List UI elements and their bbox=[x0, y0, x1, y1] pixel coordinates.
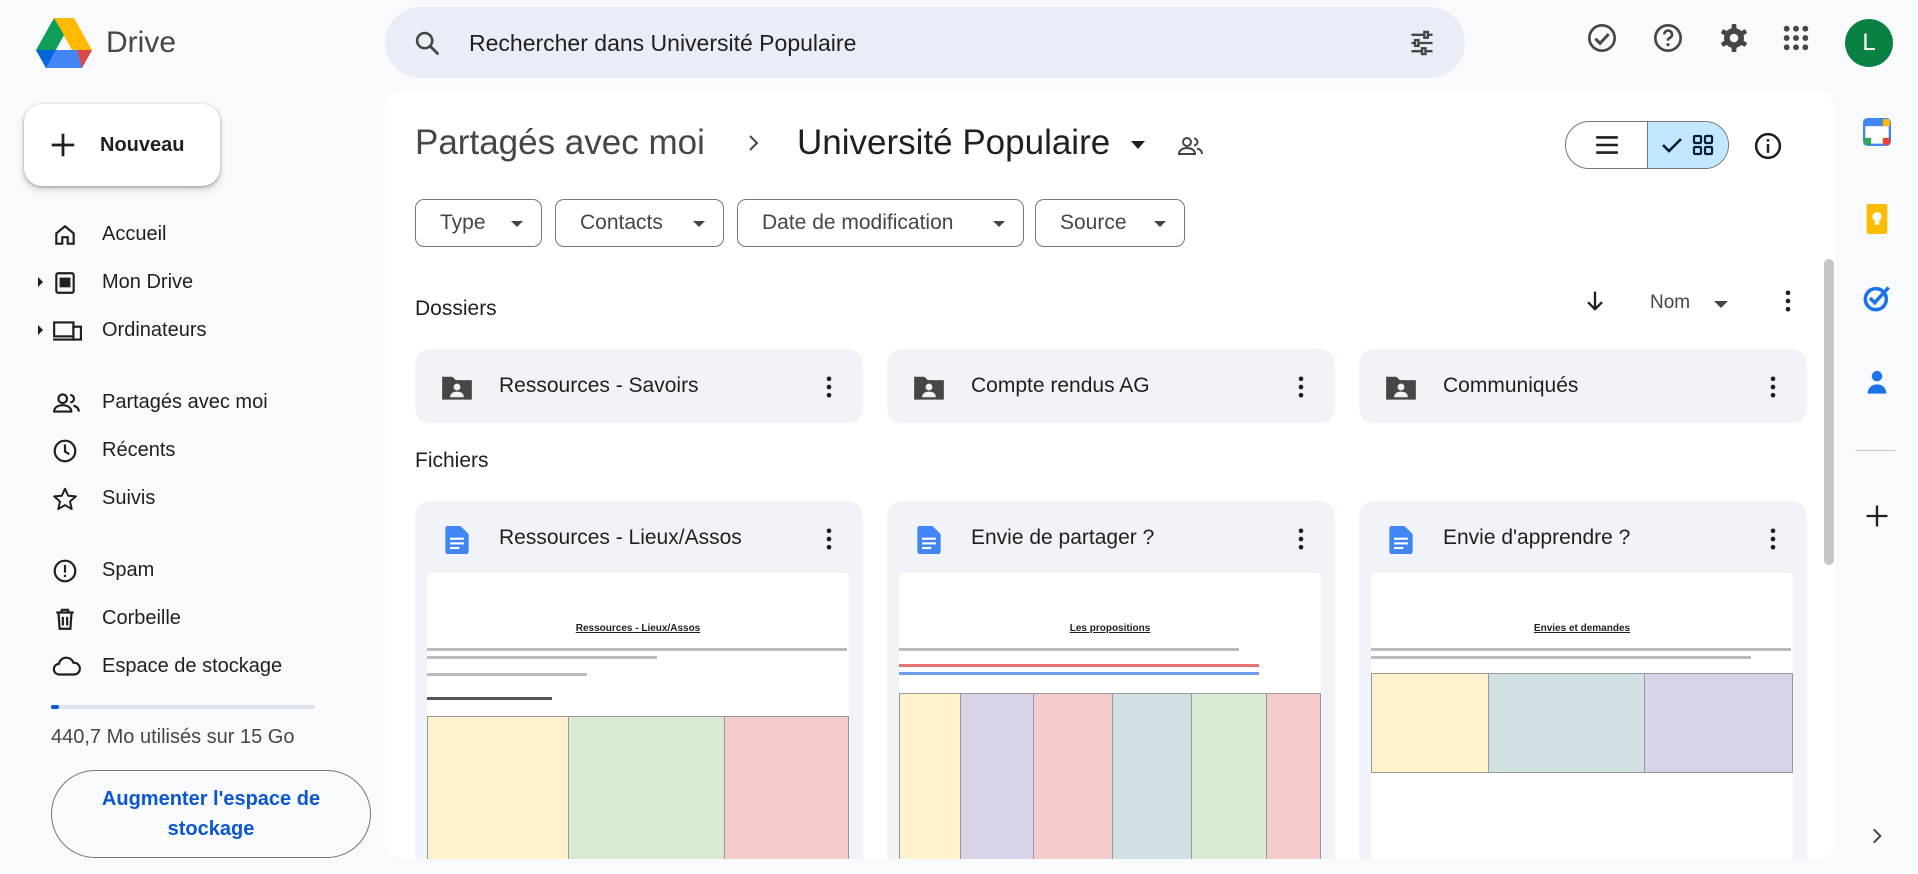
star-icon bbox=[53, 487, 77, 511]
storage-usage-bar bbox=[51, 705, 315, 709]
shared-folder-icon bbox=[1386, 376, 1416, 400]
chevron-down-icon[interactable] bbox=[1129, 139, 1147, 151]
expand-caret-icon[interactable] bbox=[38, 325, 43, 335]
contacts-icon[interactable] bbox=[1863, 368, 1891, 396]
section-files-title: Fichiers bbox=[415, 449, 489, 472]
dropdown-arrow-icon bbox=[511, 221, 523, 227]
dropdown-arrow-icon bbox=[993, 221, 1005, 227]
grid-view-button[interactable] bbox=[1647, 122, 1728, 168]
add-addon-icon[interactable] bbox=[1863, 502, 1891, 530]
sort-direction-icon[interactable] bbox=[1581, 287, 1609, 315]
search-input[interactable]: Rechercher dans Université Populaire bbox=[469, 30, 856, 57]
search-bar[interactable]: Rechercher dans Université Populaire bbox=[385, 7, 1465, 78]
filter-contacts[interactable]: Contacts bbox=[555, 199, 724, 247]
sidebar-item-computers[interactable]: Ordinateurs bbox=[0, 308, 370, 352]
search-options-icon[interactable] bbox=[1407, 29, 1437, 57]
drive-logo-icon bbox=[36, 18, 92, 68]
folder-card[interactable]: Ressources - Savoirs bbox=[415, 349, 863, 423]
filter-source[interactable]: Source bbox=[1035, 199, 1185, 247]
filter-date-modified[interactable]: Date de modification bbox=[737, 199, 1024, 247]
upgrade-storage-button[interactable]: Augmenter l'espace de stockage bbox=[51, 770, 371, 858]
sidebar-item-trash[interactable]: Corbeille bbox=[0, 596, 370, 640]
dropdown-arrow-icon bbox=[1154, 221, 1166, 227]
chevron-right-icon bbox=[749, 135, 759, 151]
clock-icon bbox=[53, 439, 77, 463]
sort-by-button[interactable]: Nom bbox=[1650, 292, 1690, 314]
list-view-icon bbox=[1595, 136, 1618, 154]
app-name: Drive bbox=[106, 26, 177, 59]
apps-grid-icon[interactable] bbox=[1780, 22, 1812, 54]
main-content: Partagés avec moi Université Populaire T… bbox=[385, 91, 1835, 859]
list-view-button[interactable] bbox=[1566, 122, 1647, 168]
home-icon bbox=[55, 224, 75, 245]
dropdown-arrow-icon[interactable] bbox=[1714, 301, 1728, 308]
info-icon[interactable] bbox=[1753, 131, 1783, 161]
avatar[interactable]: L bbox=[1845, 19, 1893, 67]
side-panel bbox=[1835, 86, 1918, 874]
breadcrumb-current[interactable]: Université Populaire bbox=[797, 123, 1110, 163]
more-vert-icon[interactable] bbox=[1774, 287, 1802, 315]
storage-usage-fill bbox=[51, 705, 59, 709]
sidebar-item-home[interactable]: Accueil bbox=[0, 212, 370, 256]
calendar-icon[interactable] bbox=[1863, 118, 1891, 146]
google-docs-icon bbox=[445, 526, 469, 554]
shared-folder-icon bbox=[914, 376, 944, 400]
expand-caret-icon[interactable] bbox=[38, 277, 43, 287]
file-preview: Envies et demandes bbox=[1371, 573, 1793, 859]
computers-icon bbox=[53, 321, 82, 341]
view-toggle bbox=[1565, 121, 1729, 169]
more-vert-icon[interactable] bbox=[815, 525, 843, 553]
top-bar: Drive Rechercher dans Université Populai… bbox=[0, 0, 1918, 86]
drive-logo[interactable]: Drive bbox=[36, 18, 176, 68]
new-button[interactable]: Nouveau bbox=[24, 104, 220, 186]
file-card[interactable]: Envie de partager ? Les propositions bbox=[887, 501, 1335, 859]
keep-icon[interactable] bbox=[1863, 204, 1891, 234]
search-icon[interactable] bbox=[413, 29, 441, 57]
trash-icon bbox=[56, 608, 74, 630]
help-icon[interactable] bbox=[1652, 22, 1684, 54]
shared-folder-icon[interactable] bbox=[1177, 133, 1205, 159]
grid-view-icon bbox=[1692, 134, 1714, 156]
breadcrumb-root[interactable]: Partagés avec moi bbox=[415, 123, 705, 163]
more-vert-icon[interactable] bbox=[1759, 373, 1787, 401]
shared-folder-icon bbox=[442, 376, 472, 400]
my-drive-icon bbox=[55, 272, 75, 294]
google-docs-icon bbox=[917, 526, 941, 554]
sidebar-item-recent[interactable]: Récents bbox=[0, 428, 370, 472]
sidebar-item-spam[interactable]: Spam bbox=[0, 548, 370, 592]
folder-card[interactable]: Compte rendus AG bbox=[887, 349, 1335, 423]
cloud-icon bbox=[52, 656, 81, 676]
google-docs-icon bbox=[1389, 526, 1413, 554]
chevron-right-icon[interactable] bbox=[1867, 826, 1887, 846]
section-folders-title: Dossiers bbox=[415, 297, 497, 320]
sidebar-item-my-drive[interactable]: Mon Drive bbox=[0, 260, 370, 304]
scrollbar[interactable] bbox=[1824, 259, 1834, 565]
file-card[interactable]: Ressources - Lieux/Assos Ressources - Li… bbox=[415, 501, 863, 859]
more-vert-icon[interactable] bbox=[1759, 525, 1787, 553]
settings-icon[interactable] bbox=[1718, 22, 1750, 54]
more-vert-icon[interactable] bbox=[1287, 373, 1315, 401]
tasks-icon[interactable] bbox=[1863, 284, 1891, 312]
shared-icon bbox=[53, 393, 80, 413]
storage-usage-text: 440,7 Mo utilisés sur 15 Go bbox=[51, 726, 295, 748]
sidebar-item-storage[interactable]: Espace de stockage bbox=[0, 644, 370, 688]
file-preview: Les propositions bbox=[899, 573, 1321, 859]
check-icon bbox=[1662, 138, 1682, 153]
sidebar-item-shared[interactable]: Partagés avec moi bbox=[0, 380, 370, 424]
dropdown-arrow-icon bbox=[693, 221, 705, 227]
sidebar-item-starred[interactable]: Suivis bbox=[0, 476, 370, 520]
file-preview: Ressources - Lieux/Assos bbox=[427, 573, 849, 859]
filter-type[interactable]: Type bbox=[415, 199, 542, 247]
spam-icon bbox=[53, 559, 77, 583]
file-card[interactable]: Envie d'apprendre ? Envies et demandes bbox=[1359, 501, 1807, 859]
new-button-label: Nouveau bbox=[100, 133, 185, 156]
ready-offline-icon[interactable] bbox=[1586, 22, 1618, 54]
folder-card[interactable]: Communiqués bbox=[1359, 349, 1807, 423]
plus-icon bbox=[51, 133, 75, 157]
sidebar: Nouveau Accueil Mon Drive Ordinateurs Pa… bbox=[0, 86, 385, 874]
more-vert-icon[interactable] bbox=[1287, 525, 1315, 553]
divider bbox=[1855, 450, 1895, 451]
more-vert-icon[interactable] bbox=[815, 373, 843, 401]
